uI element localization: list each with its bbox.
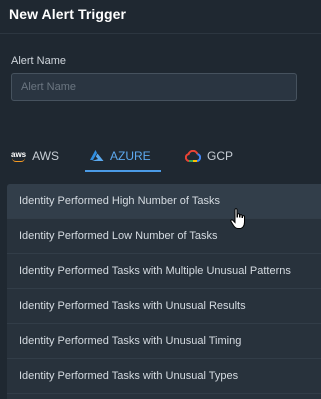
gcp-icon bbox=[185, 150, 201, 162]
list-item[interactable]: Identity Performed Tasks with Multiple U… bbox=[7, 254, 321, 289]
tab-azure-label: AZURE bbox=[110, 149, 151, 163]
tab-gcp[interactable]: GCP bbox=[185, 140, 233, 172]
cloud-provider-tabs: aws AWS AZURE GCP bbox=[0, 140, 321, 172]
list-item[interactable]: Identity Performed Tasks with Unusual Ty… bbox=[7, 359, 321, 394]
tab-aws-label: AWS bbox=[32, 149, 60, 163]
azure-icon bbox=[90, 150, 104, 161]
list-item[interactable]: Identity Performed Tasks with Unusual Re… bbox=[7, 289, 321, 324]
list-item[interactable]: Identity Performed Tasks with Unusual Ti… bbox=[7, 324, 321, 359]
alert-name-label: Alert Name bbox=[11, 55, 67, 67]
tab-aws[interactable]: aws AWS bbox=[11, 140, 59, 172]
tab-azure[interactable]: AZURE bbox=[85, 140, 161, 172]
alert-trigger-list: Identity Performed High Number of Tasks … bbox=[7, 184, 321, 399]
new-alert-trigger-panel: New Alert Trigger Alert Name aws AWS AZU… bbox=[0, 0, 321, 399]
aws-icon: aws bbox=[11, 150, 26, 162]
panel-header: New Alert Trigger bbox=[0, 0, 321, 34]
list-item[interactable]: Identity Performed High Number of Tasks bbox=[7, 184, 321, 219]
tab-gcp-label: GCP bbox=[207, 149, 234, 163]
alert-name-input[interactable] bbox=[11, 73, 297, 101]
page-title: New Alert Trigger bbox=[9, 6, 127, 22]
list-item[interactable]: Identity Performed Low Number of Tasks bbox=[7, 219, 321, 254]
